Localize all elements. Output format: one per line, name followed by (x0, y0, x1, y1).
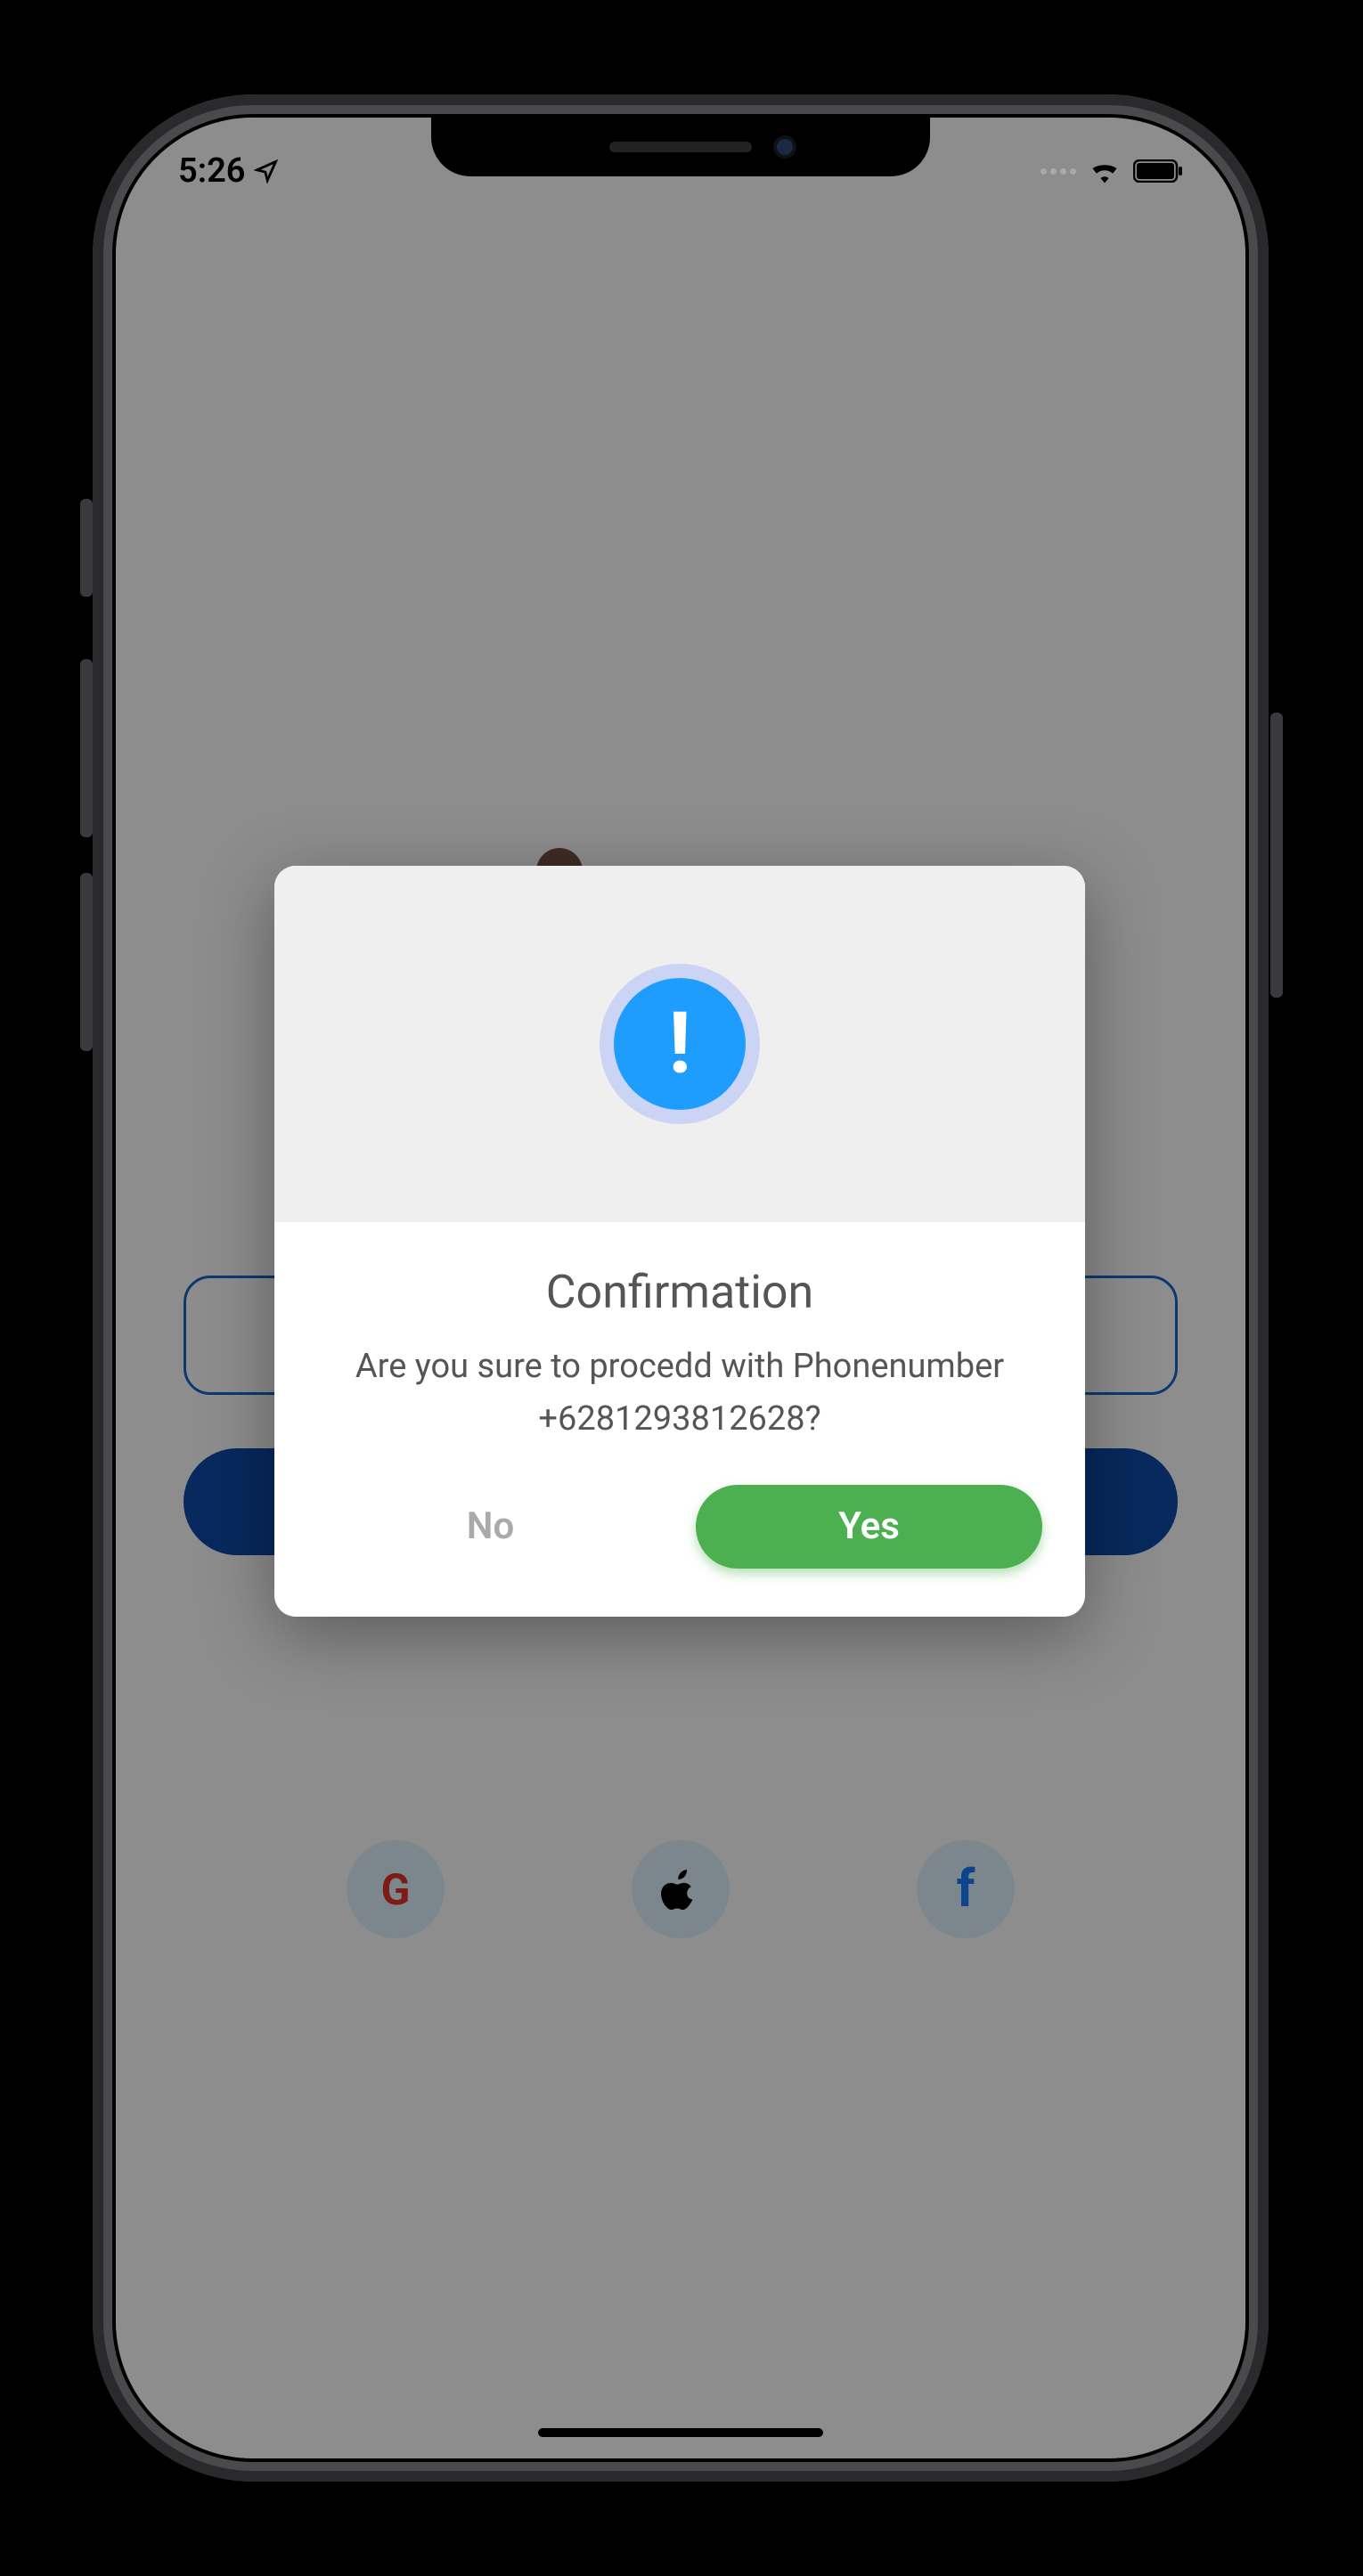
modal-actions: No Yes (274, 1485, 1085, 1617)
phone-frame: 5:26 Coworking SPACE BOOKING (93, 94, 1269, 2482)
modal-title: Confirmation (310, 1265, 1049, 1319)
home-indicator[interactable] (538, 2428, 823, 2437)
no-button-label: No (467, 1504, 514, 1548)
location-icon (254, 159, 279, 183)
power-button[interactable] (1270, 713, 1283, 998)
silent-switch[interactable] (80, 499, 93, 597)
wifi-icon (1089, 159, 1121, 183)
modal-message: Are you sure to procedd with Phonenumber… (310, 1341, 1049, 1446)
modal-body: Confirmation Are you sure to procedd wit… (274, 1222, 1085, 1485)
cellular-dots-icon (1041, 168, 1076, 175)
modal-header: ! (274, 866, 1085, 1222)
alert-icon: ! (614, 978, 746, 1110)
status-time: 5:26 (178, 151, 245, 191)
status-left: 5:26 (178, 151, 279, 191)
confirmation-modal: ! Confirmation Are you sure to procedd w… (274, 866, 1085, 1617)
status-bar: 5:26 (116, 144, 1245, 198)
status-right (1041, 159, 1183, 183)
volume-up-button[interactable] (80, 659, 93, 837)
battery-icon (1133, 159, 1183, 183)
yes-button-label: Yes (838, 1504, 900, 1548)
volume-down-button[interactable] (80, 873, 93, 1051)
screen: 5:26 Coworking SPACE BOOKING (116, 118, 1245, 2458)
yes-button[interactable]: Yes (696, 1485, 1042, 1569)
no-button[interactable]: No (317, 1485, 664, 1569)
